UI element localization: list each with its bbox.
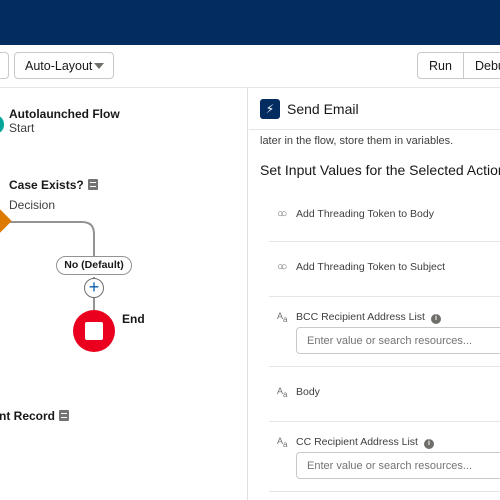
layout-select-value: Auto-Layout	[25, 58, 93, 73]
stop-icon	[85, 322, 103, 340]
branch-label[interactable]: No (Default)	[56, 256, 132, 275]
decision-title-text: Case Exists?	[9, 178, 84, 192]
info-icon[interactable]: i	[423, 439, 434, 449]
panel-header: ⚡︎ Send Email	[249, 88, 500, 130]
field-row: Aa Body	[269, 367, 500, 422]
start-node-title[interactable]: Autolaunched Flow	[9, 107, 120, 121]
description-icon[interactable]	[59, 410, 70, 421]
toggle-icon: ○○	[277, 208, 287, 220]
field-label: Add Threading Token to Subject	[296, 261, 446, 273]
app-header	[0, 0, 500, 45]
toolbar: : Auto-Layout Run Debu	[0, 45, 500, 88]
run-label: Run	[429, 58, 452, 73]
run-button[interactable]: Run	[417, 52, 464, 79]
record-node-title[interactable]: nt Record	[0, 409, 70, 423]
field-row: Aa CC Recipient Address List i Enter valu…	[269, 422, 500, 492]
decision-node-title[interactable]: Case Exists?	[9, 178, 98, 192]
action-icon: ⚡︎	[260, 99, 280, 119]
decision-node-subtitle: Decision	[9, 198, 56, 212]
decision-connector	[8, 221, 95, 256]
field-label: CC Recipient Address List i	[296, 436, 434, 449]
panel-title: Send Email	[287, 101, 359, 117]
panel-description: later in the flow, store them in variabl…	[260, 135, 454, 147]
section-title: Set Input Values for the Selected Action	[260, 162, 500, 178]
cc-recipient-input[interactable]: Enter value or search resources...	[296, 452, 500, 479]
field-row: ○○ Add Threading Token to Body	[269, 189, 500, 242]
flow-canvas[interactable]: Autolaunched Flow Start Case Exists? Dec…	[0, 88, 248, 500]
toolbar-overflow-button[interactable]: :	[0, 52, 9, 79]
field-label-text: CC Recipient Address List	[296, 436, 418, 448]
info-icon[interactable]: i	[430, 314, 441, 324]
debug-button[interactable]: Debu	[463, 52, 500, 79]
field-label: Body	[296, 386, 320, 398]
bcc-recipient-input[interactable]: Enter value or search resources...	[296, 327, 500, 354]
field-row: Aa BCC Recipient Address List i Enter val…	[269, 297, 500, 367]
layout-select[interactable]: Auto-Layout	[14, 52, 114, 79]
debug-label: Debu	[475, 58, 500, 73]
end-node-icon[interactable]	[73, 310, 115, 352]
field-label-text: BCC Recipient Address List	[296, 311, 425, 323]
toggle-icon: ○○	[277, 261, 287, 273]
field-row: ○○ Add Threading Token to Subject	[269, 242, 500, 297]
record-title-text: nt Record	[0, 409, 56, 423]
description-icon[interactable]	[87, 179, 98, 190]
field-label: Add Threading Token to Body	[296, 208, 434, 220]
properties-panel: ⚡︎ Send Email later in the flow, store t…	[249, 88, 500, 500]
text-icon: Aa	[277, 386, 288, 399]
chevron-down-icon	[94, 63, 104, 69]
text-icon: Aa	[277, 436, 288, 449]
connector-lines	[8, 221, 95, 310]
field-label: BCC Recipient Address List i	[296, 311, 441, 324]
text-icon: Aa	[277, 311, 288, 324]
start-node-subtitle: Start	[9, 121, 35, 135]
add-element-button[interactable]: +	[84, 278, 104, 298]
end-node-label: End	[122, 312, 145, 326]
